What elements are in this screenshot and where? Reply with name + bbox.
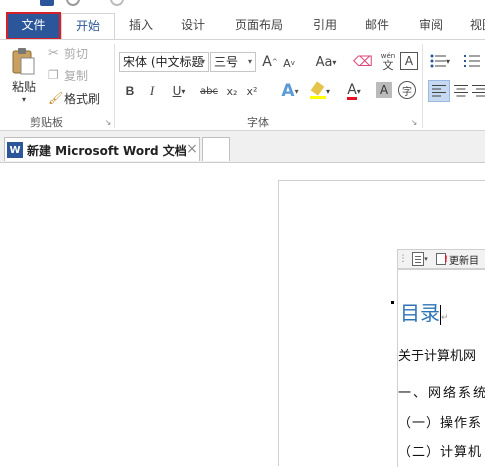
tab-view[interactable]: 视图 [462,13,485,40]
tab-insert[interactable]: 插入 [118,13,164,40]
phonetic-guide-button[interactable]: wén 文 [378,50,398,72]
bold-button[interactable]: B [122,82,138,100]
align-left-button[interactable] [428,80,450,102]
ribbon-home: 粘贴 ▾ ✂ 剪切 ❐ 复制 🖌 格式刷 剪贴板 ↘ 宋体 (中文标题 ▾ 三号… [0,39,485,131]
character-border-button[interactable]: A [400,52,418,70]
tab-references[interactable]: 引用 [302,13,348,40]
update-toc-button[interactable]: ! 更新目 [436,252,485,267]
paragraph-mark [391,301,394,304]
chevron-down-icon[interactable]: ▾ [18,94,30,104]
font-size-combo[interactable]: 三号 ▾ [210,52,256,72]
character-shading-button[interactable]: A [376,82,392,98]
grow-font-button[interactable]: A ^ [262,52,278,72]
tab-page-layout[interactable]: 页面布局 [226,13,292,40]
font-color-button[interactable]: A ▾ [340,80,368,102]
drag-handle-icon[interactable]: ⋮ [399,252,408,266]
group-divider [422,44,423,128]
font-name-combo[interactable]: 宋体 (中文标题 ▾ [119,52,209,72]
copy-button[interactable]: ❐ 复制 [48,66,108,84]
tab-file[interactable]: 文件 [6,12,61,40]
superscript-button[interactable]: x² [244,82,260,100]
copy-icon: ❐ [48,68,59,82]
copy-label: 复制 [64,68,89,83]
tab-home[interactable]: 开始 [61,13,115,40]
text-effects-button[interactable]: A ▾ [276,80,304,102]
font-size-value: 三号 [214,55,239,69]
dialog-launcher-icon[interactable]: ↘ [410,118,418,127]
format-painter-button[interactable]: 🖌 格式刷 [48,89,110,107]
toc-options-button[interactable]: ▾ [408,252,432,266]
scissors-icon: ✂ [48,45,59,61]
group-divider [114,44,115,128]
cut-button[interactable]: ✂ 剪切 [48,44,108,62]
font-name-value: 宋体 (中文标题 [123,55,204,69]
toc-entry[interactable]: （一）操作系 [398,412,482,431]
numbering-button[interactable] [458,52,485,70]
toc-entry[interactable]: 关于计算机网 [398,345,476,364]
shrink-font-label: A [283,56,291,70]
shrink-font-button[interactable]: Av [282,53,296,73]
new-tab-button[interactable] [202,137,230,161]
text-effects-label: A [281,81,295,101]
strikethrough-button[interactable]: abc [198,82,220,100]
update-toc-icon: ! [436,253,448,265]
document-tab-bar: W 新建 Microsoft Word 文档 × [0,131,485,163]
cut-label: 剪切 [64,46,89,61]
highlighter-icon [309,81,326,99]
tab-mailings[interactable]: 邮件 [354,13,400,40]
clipboard-group-label: 剪贴板 [30,116,63,129]
underline-button[interactable]: U ▾ [166,82,192,100]
paste-button[interactable]: 粘贴 [6,78,42,94]
tab-design[interactable]: 设计 [170,13,216,40]
font-group-label: 字体 [247,116,269,129]
quick-access-toolbar [0,0,485,8]
ribbon-tab-bar: 文件 开始 插入 设计 页面布局 引用 邮件 审阅 视图 [0,8,485,40]
toc-entry[interactable]: 一、网络系统 [398,382,485,401]
align-center-button[interactable] [452,80,470,102]
format-painter-label: 格式刷 [64,91,101,106]
character-border-label: A [404,54,414,68]
undo-icon[interactable] [66,0,80,6]
paste-icon[interactable] [8,46,38,76]
save-icon[interactable] [40,0,54,6]
italic-button[interactable]: I [144,82,160,100]
subscript-button[interactable]: x₂ [224,82,240,100]
document-tab[interactable]: W 新建 Microsoft Word 文档 × [4,137,200,161]
brush-icon: 🖌 [48,91,64,105]
close-icon[interactable]: × [185,141,199,157]
tab-review[interactable]: 审阅 [408,13,454,40]
chevron-down-icon[interactable]: ▾ [198,53,208,71]
toc-title-text: 目录 [400,301,440,325]
change-case-label: Aa [315,54,333,70]
word-document-icon: W [7,142,23,158]
toc-toolbar: ⋮ ▾ ! 更新目 [397,249,485,269]
toc-entry[interactable]: （二）计算机 [398,441,482,460]
underline-label: U [172,84,182,98]
font-color-label: A [347,81,357,100]
grow-font-label: A [262,54,272,70]
document-page[interactable]: ⋮ ▾ ! 更新目 目录↵ 关于计算机网 一、网络系统 （一）操作系 （二）计算… [278,180,485,467]
highlight-button[interactable]: ▾ [306,80,334,102]
align-right-button[interactable] [472,80,485,102]
bullets-button[interactable]: ▾ [428,52,452,70]
clear-formatting-icon[interactable]: ⌫ [353,52,373,72]
change-case-button[interactable]: Aa ▾ [310,52,342,72]
redo-icon[interactable] [110,0,124,6]
chevron-down-icon[interactable]: ▾ [245,53,255,71]
document-tab-title: 新建 Microsoft Word 文档 [27,144,187,158]
update-toc-label: 更新目 [449,255,479,267]
dialog-launcher-icon[interactable]: ↘ [104,118,112,127]
toc-title[interactable]: 目录↵ [400,297,449,326]
enclose-characters-button[interactable]: 字 [398,81,416,99]
paste-label: 粘贴 [11,79,36,94]
